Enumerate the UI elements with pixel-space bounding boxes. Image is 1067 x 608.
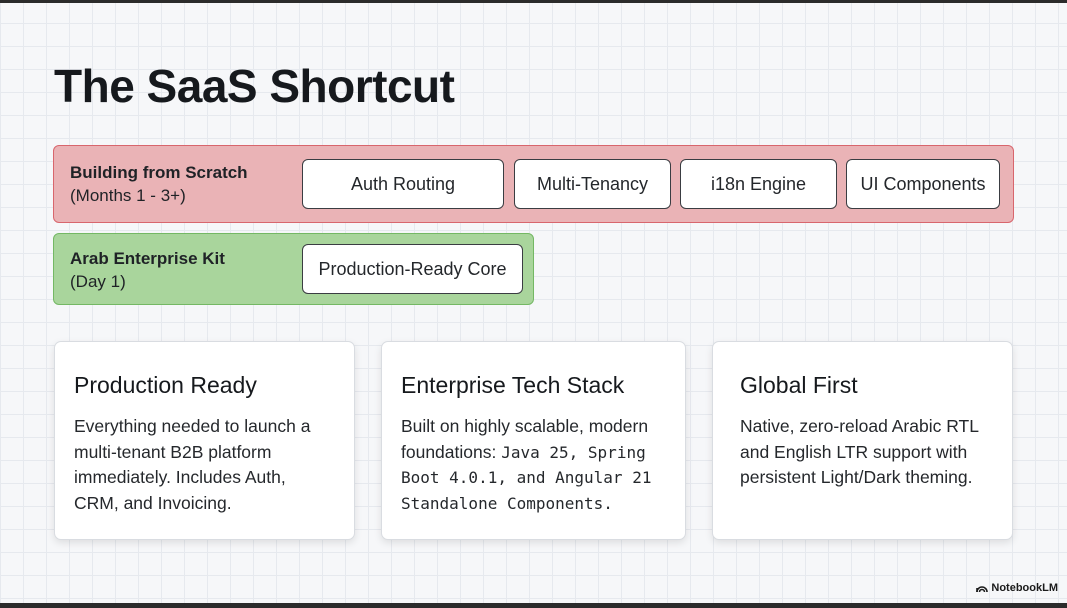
notebooklm-logo-icon <box>976 583 989 593</box>
chip-production-ready-core: Production-Ready Core <box>302 244 523 294</box>
card-global-first: Global First Native, zero-reload Arabic … <box>712 341 1013 540</box>
scratch-row-label: Building from Scratch (Months 1 - 3+) <box>70 161 248 207</box>
kit-row-title: Arab Enterprise Kit <box>70 249 225 268</box>
kit-row-subtitle: (Day 1) <box>70 272 126 291</box>
card-body: Native, zero-reload Arabic RTL and Engli… <box>740 416 979 487</box>
top-frame-bar <box>0 0 1067 3</box>
card-body: Built on highly scalable, modern foundat… <box>401 414 671 516</box>
card-title: Enterprise Tech Stack <box>401 372 625 398</box>
card-title: Production Ready <box>74 372 257 398</box>
card-enterprise-tech-stack: Enterprise Tech Stack Built on highly sc… <box>381 341 686 540</box>
scratch-row-title: Building from Scratch <box>70 163 248 182</box>
chip-i18n-engine: i18n Engine <box>680 159 837 209</box>
chip-auth-routing: Auth Routing <box>302 159 504 209</box>
kit-row-label: Arab Enterprise Kit (Day 1) <box>70 247 225 293</box>
card-title: Global First <box>740 372 858 398</box>
slide-title: The SaaS Shortcut <box>54 60 455 112</box>
watermark-label: NotebookLM <box>991 582 1058 594</box>
notebooklm-watermark: NotebookLM <box>976 582 1058 594</box>
card-body: Everything needed to launch a multi-tena… <box>74 416 311 513</box>
kit-row: Arab Enterprise Kit (Day 1) Production-R… <box>53 233 534 305</box>
scratch-row-subtitle: (Months 1 - 3+) <box>70 186 186 205</box>
scratch-row: Building from Scratch (Months 1 - 3+) Au… <box>53 145 1014 223</box>
bottom-frame-bar <box>0 603 1067 608</box>
card-production-ready: Production Ready Everything needed to la… <box>54 341 355 540</box>
chip-multi-tenancy: Multi-Tenancy <box>514 159 671 209</box>
chip-ui-components: UI Components <box>846 159 1000 209</box>
